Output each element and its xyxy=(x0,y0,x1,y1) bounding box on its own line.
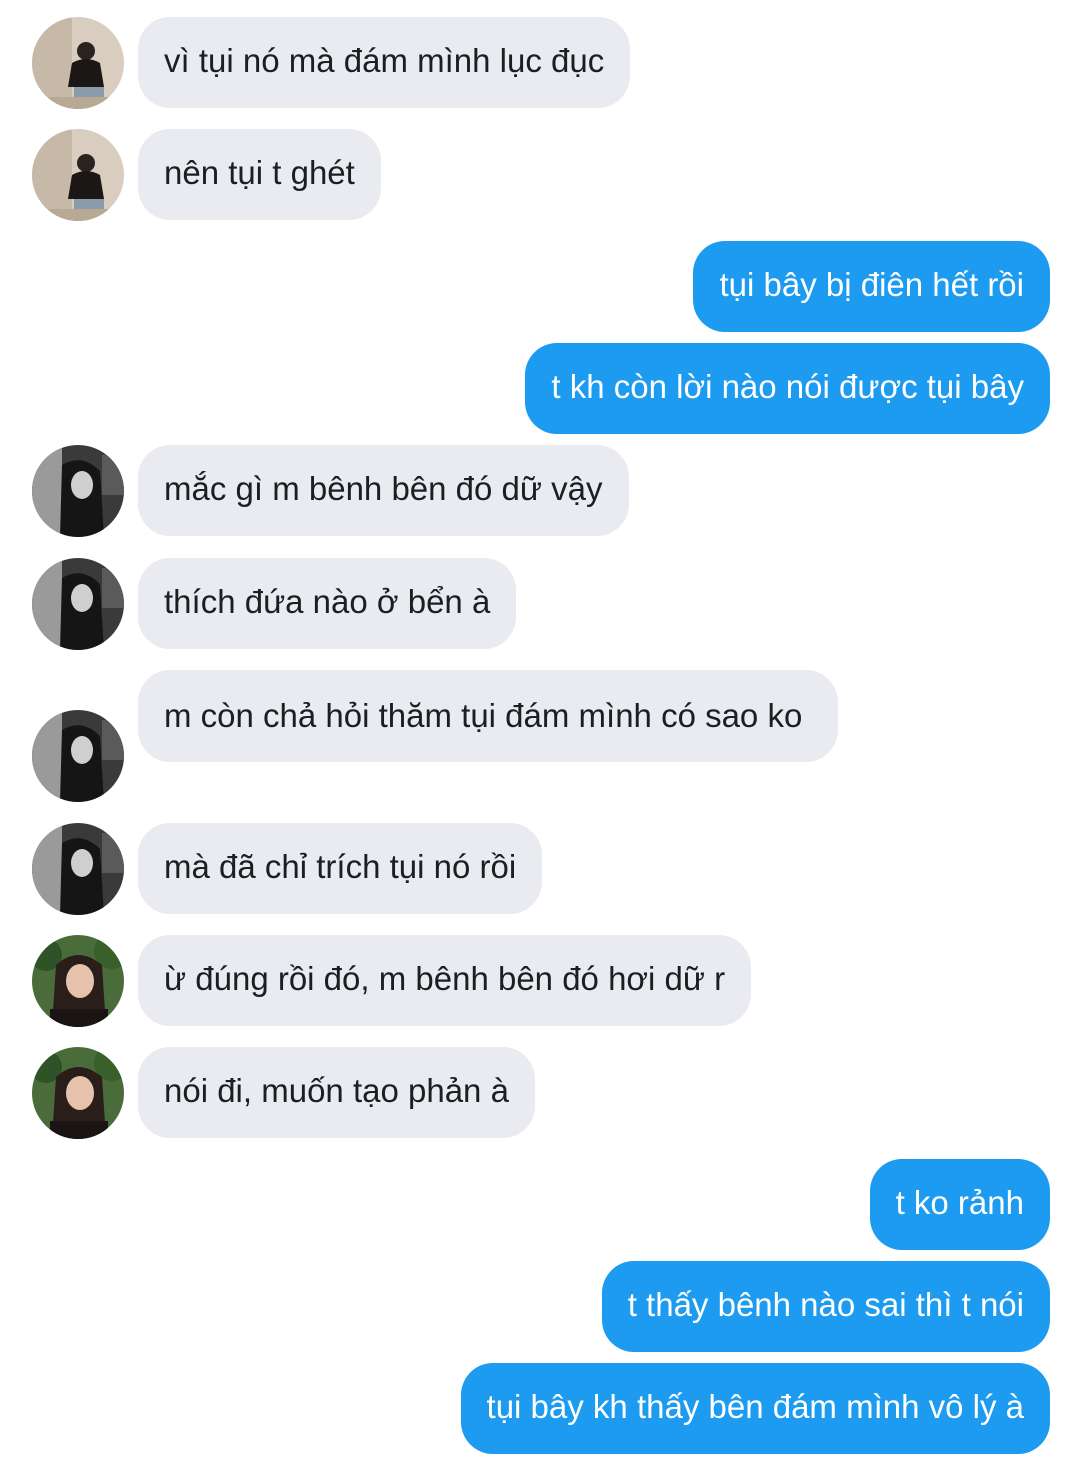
user-avatar-bw[interactable] xyxy=(32,445,124,537)
message-bubble-outgoing[interactable]: t kh còn lời nào nói được tụi bây xyxy=(525,343,1050,434)
message-text: ừ đúng rồi đó, m bênh bên đó hơi dữ r xyxy=(164,960,726,997)
user-avatar-bw[interactable] xyxy=(32,823,124,915)
message-bubble-incoming[interactable]: nên tụi t ghét xyxy=(138,129,381,220)
message-bubble-outgoing[interactable]: t ko rảnh xyxy=(869,1159,1050,1250)
message-text: mắc gì m bênh bên đó dữ vậy xyxy=(164,470,603,507)
user-avatar-color[interactable] xyxy=(32,935,124,1027)
chat-thread: vì tụi nó mà đám mình lục đục nên tụi t … xyxy=(0,0,1080,1461)
message-text: t thấy bênh nào sai thì t nói xyxy=(627,1286,1024,1323)
message-bubble-incoming[interactable]: m còn chả hỏi thăm tụi đám mình có sao k… xyxy=(138,670,838,762)
message-text: t kh còn lời nào nói được tụi bây xyxy=(551,368,1024,405)
message-text: tụi bây bị điên hết rồi xyxy=(719,266,1024,303)
user-avatar-bw[interactable] xyxy=(32,558,124,650)
message-bubble-incoming[interactable]: thích đứa nào ở bển à xyxy=(138,558,517,649)
message-bubble-outgoing[interactable]: t thấy bênh nào sai thì t nói xyxy=(601,1261,1050,1352)
user-avatar-male[interactable] xyxy=(32,129,124,221)
user-avatar-bw[interactable] xyxy=(32,710,124,802)
message-bubble-incoming[interactable]: vì tụi nó mà đám mình lục đục xyxy=(138,17,631,108)
message-text: thích đứa nào ở bển à xyxy=(164,583,491,620)
message-bubble-outgoing[interactable]: tụi bây bị điên hết rồi xyxy=(693,241,1050,332)
user-avatar-color[interactable] xyxy=(32,1047,124,1139)
message-text: nói đi, muốn tạo phản à xyxy=(164,1072,509,1109)
message-bubble-incoming[interactable]: mà đã chỉ trích tụi nó rồi xyxy=(138,823,543,914)
message-text: tụi bây kh thấy bên đám mình vô lý à xyxy=(486,1388,1024,1425)
user-avatar-male[interactable] xyxy=(32,17,124,109)
message-bubble-incoming[interactable]: nói đi, muốn tạo phản à xyxy=(138,1047,535,1138)
message-text: t ko rảnh xyxy=(895,1184,1024,1221)
message-bubble-incoming[interactable]: ừ đúng rồi đó, m bênh bên đó hơi dữ r xyxy=(138,935,752,1026)
message-text: m còn chả hỏi thăm tụi đám mình có sao k… xyxy=(164,697,803,734)
message-text: nên tụi t ghét xyxy=(164,154,355,191)
message-text: vì tụi nó mà đám mình lục đục xyxy=(164,42,605,79)
message-bubble-incoming[interactable]: mắc gì m bênh bên đó dữ vậy xyxy=(138,445,629,536)
message-bubble-outgoing[interactable]: tụi bây kh thấy bên đám mình vô lý à xyxy=(460,1363,1050,1454)
message-text: mà đã chỉ trích tụi nó rồi xyxy=(164,848,517,885)
